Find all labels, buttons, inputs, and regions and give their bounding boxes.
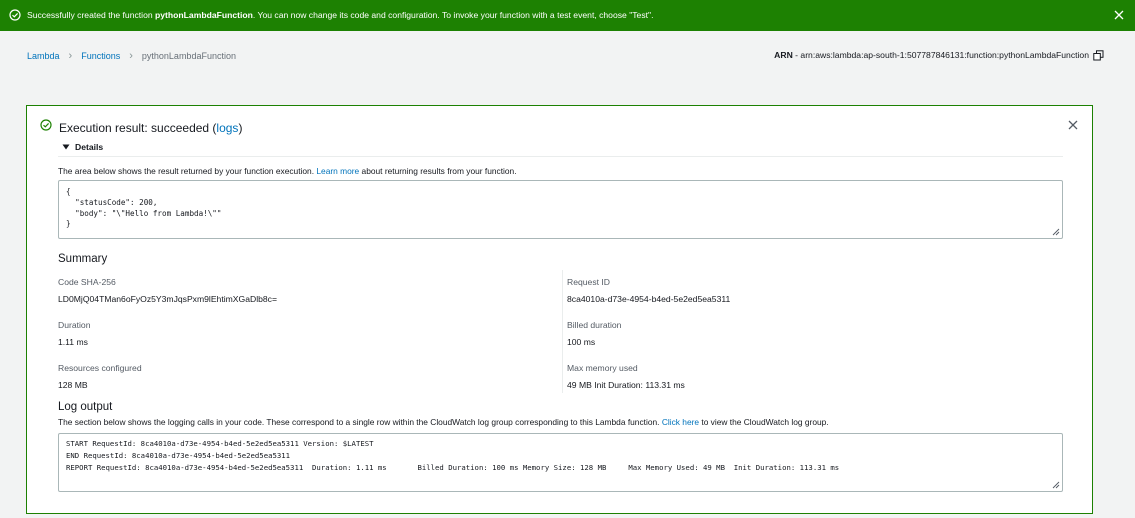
learn-more-link[interactable]: Learn more <box>316 166 359 176</box>
log-description: The section below shows the logging call… <box>58 417 829 427</box>
details-toggle[interactable]: Details <box>62 142 103 152</box>
result-json: { "statusCode": 200, "body": "\"Hello fr… <box>66 187 222 229</box>
resize-grip-icon[interactable] <box>1052 481 1060 489</box>
max-memory-label: Max memory used <box>567 363 638 373</box>
code-sha-label: Code SHA-256 <box>58 277 116 287</box>
request-id-value: 8ca4010a-d73e-4954-b4ed-5e2ed5ea5311 <box>567 294 731 304</box>
success-flashbar: Successfully created the function python… <box>0 0 1135 31</box>
column-divider <box>562 270 563 393</box>
breadcrumb: Lambda › Functions › pythonLambdaFunctio… <box>27 50 236 62</box>
resources-value: 128 MB <box>58 380 88 390</box>
log-lines: START RequestId: 8ca4010a-d73e-4954-b4ed… <box>66 439 840 472</box>
request-id-label: Request ID <box>567 277 610 287</box>
check-circle-icon <box>40 119 52 131</box>
close-icon[interactable] <box>1113 9 1125 21</box>
billed-duration-value: 100 ms <box>567 337 596 347</box>
code-sha-value: LD0MjQ04TMan6oFyOz5Y3mJqsPxm9lEhtimXGaDl… <box>58 294 277 304</box>
copy-icon[interactable] <box>1093 50 1104 61</box>
result-output-box[interactable]: { "statusCode": 200, "body": "\"Hello fr… <box>58 180 1063 239</box>
duration-value: 1.11 ms <box>58 337 88 347</box>
breadcrumb-functions[interactable]: Functions <box>81 51 120 61</box>
result-description: The area below shows the result returned… <box>58 166 517 176</box>
summary-title: Summary <box>58 253 108 265</box>
execution-result-title: Execution result: succeeded (logs) <box>59 121 243 135</box>
log-output-title: Log output <box>58 401 113 413</box>
log-output-box[interactable]: START RequestId: 8ca4010a-d73e-4954-b4ed… <box>58 433 1063 492</box>
chevron-right-icon: › <box>129 50 133 62</box>
breadcrumb-current: pythonLambdaFunction <box>141 51 236 61</box>
flash-message: Successfully created the function python… <box>27 10 654 20</box>
cloudwatch-link[interactable]: Click here <box>662 417 699 427</box>
billed-duration-label: Billed duration <box>567 320 622 330</box>
resize-grip-icon[interactable] <box>1052 228 1060 236</box>
logs-link[interactable]: logs <box>216 121 238 135</box>
duration-label: Duration <box>58 320 91 330</box>
resources-label: Resources configured <box>58 363 142 373</box>
max-memory-value: 49 MB Init Duration: 113.31 ms <box>567 380 685 390</box>
chevron-right-icon: › <box>68 50 73 62</box>
close-icon[interactable] <box>1067 119 1079 131</box>
execution-result-panel: Execution result: succeeded (logs) Detai… <box>26 105 1093 514</box>
flash-function-name: pythonLambdaFunction <box>155 10 253 20</box>
divider <box>58 156 1063 157</box>
function-arn: ARN - arn:aws:lambda:ap-south-1:50778784… <box>774 50 1089 60</box>
check-circle-icon <box>9 9 21 21</box>
breadcrumb-lambda[interactable]: Lambda <box>27 51 60 61</box>
details-label: Details <box>75 142 104 152</box>
caret-down-icon <box>62 144 70 150</box>
